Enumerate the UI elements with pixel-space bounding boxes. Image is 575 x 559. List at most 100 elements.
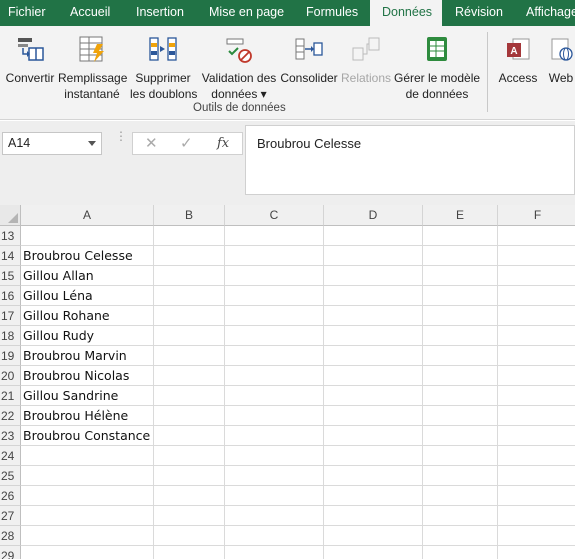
- cell-c23[interactable]: [225, 426, 324, 446]
- cell-f13[interactable]: [498, 226, 575, 246]
- cell-f15[interactable]: [498, 266, 575, 286]
- cell-b25[interactable]: [154, 466, 225, 486]
- cell-a19[interactable]: Broubrou Marvin: [21, 346, 154, 366]
- cell-c25[interactable]: [225, 466, 324, 486]
- cell-e28[interactable]: [423, 526, 498, 546]
- cell-b14[interactable]: [154, 246, 225, 266]
- column-header-d[interactable]: D: [324, 205, 423, 226]
- cell-b21[interactable]: [154, 386, 225, 406]
- cell-e16[interactable]: [423, 286, 498, 306]
- row-header[interactable]: 29: [0, 546, 21, 559]
- cell-b27[interactable]: [154, 506, 225, 526]
- cell-e27[interactable]: [423, 506, 498, 526]
- column-header-e[interactable]: E: [423, 205, 498, 226]
- column-header-f[interactable]: F: [498, 205, 575, 226]
- cell-d20[interactable]: [324, 366, 423, 386]
- relations-button[interactable]: Relations: [340, 30, 392, 100]
- cell-d27[interactable]: [324, 506, 423, 526]
- formula-input[interactable]: Broubrou Celesse: [245, 125, 575, 195]
- cell-e21[interactable]: [423, 386, 498, 406]
- cell-b19[interactable]: [154, 346, 225, 366]
- cell-a20[interactable]: Broubrou Nicolas: [21, 366, 154, 386]
- cell-f27[interactable]: [498, 506, 575, 526]
- cell-a25[interactable]: [21, 466, 154, 486]
- cell-b29[interactable]: [154, 546, 225, 559]
- cell-c21[interactable]: [225, 386, 324, 406]
- row-header[interactable]: 18: [0, 326, 21, 346]
- cell-e23[interactable]: [423, 426, 498, 446]
- cell-c16[interactable]: [225, 286, 324, 306]
- cell-b24[interactable]: [154, 446, 225, 466]
- tab-accueil[interactable]: Accueil: [70, 0, 110, 26]
- cell-a29[interactable]: [21, 546, 154, 559]
- cell-b16[interactable]: [154, 286, 225, 306]
- select-all-button[interactable]: [0, 205, 21, 226]
- cell-b13[interactable]: [154, 226, 225, 246]
- cell-c27[interactable]: [225, 506, 324, 526]
- tab-formules[interactable]: Formules: [306, 0, 358, 26]
- cell-f14[interactable]: [498, 246, 575, 266]
- cell-c26[interactable]: [225, 486, 324, 506]
- cell-a26[interactable]: [21, 486, 154, 506]
- cell-c29[interactable]: [225, 546, 324, 559]
- cell-c28[interactable]: [225, 526, 324, 546]
- cell-f22[interactable]: [498, 406, 575, 426]
- cell-c15[interactable]: [225, 266, 324, 286]
- row-header[interactable]: 27: [0, 506, 21, 526]
- cell-d25[interactable]: [324, 466, 423, 486]
- cancel-icon[interactable]: ✕: [145, 133, 158, 154]
- row-header[interactable]: 22: [0, 406, 21, 426]
- row-header[interactable]: 28: [0, 526, 21, 546]
- row-header[interactable]: 21: [0, 386, 21, 406]
- cell-b15[interactable]: [154, 266, 225, 286]
- supprimer-doublons-button[interactable]: Supprimer les doublons: [130, 30, 197, 101]
- cell-b23[interactable]: [154, 426, 225, 446]
- cell-a21[interactable]: Gillou Sandrine: [21, 386, 154, 406]
- cell-d22[interactable]: [324, 406, 423, 426]
- row-header[interactable]: 23: [0, 426, 21, 446]
- cell-e26[interactable]: [423, 486, 498, 506]
- cell-f21[interactable]: [498, 386, 575, 406]
- cell-d13[interactable]: [324, 226, 423, 246]
- tab-insertion[interactable]: Insertion: [136, 0, 184, 26]
- cell-f18[interactable]: [498, 326, 575, 346]
- formula-bar-resize-handle[interactable]: ⋮: [115, 130, 127, 142]
- cell-d15[interactable]: [324, 266, 423, 286]
- cell-a14[interactable]: Broubrou Celesse: [21, 246, 154, 266]
- cell-f28[interactable]: [498, 526, 575, 546]
- row-header[interactable]: 25: [0, 466, 21, 486]
- chevron-down-icon[interactable]: [88, 141, 96, 146]
- cell-f17[interactable]: [498, 306, 575, 326]
- cell-f25[interactable]: [498, 466, 575, 486]
- cell-f20[interactable]: [498, 366, 575, 386]
- cell-a17[interactable]: Gillou Rohane: [21, 306, 154, 326]
- cell-e29[interactable]: [423, 546, 498, 559]
- row-header[interactable]: 16: [0, 286, 21, 306]
- cell-a15[interactable]: Gillou Allan: [21, 266, 154, 286]
- column-header-a[interactable]: A: [21, 205, 154, 226]
- tab-donnees[interactable]: Données: [370, 0, 442, 26]
- cell-c18[interactable]: [225, 326, 324, 346]
- row-header[interactable]: 19: [0, 346, 21, 366]
- cell-d26[interactable]: [324, 486, 423, 506]
- cell-f16[interactable]: [498, 286, 575, 306]
- cell-e14[interactable]: [423, 246, 498, 266]
- cell-b20[interactable]: [154, 366, 225, 386]
- cell-c20[interactable]: [225, 366, 324, 386]
- cell-e15[interactable]: [423, 266, 498, 286]
- cell-d17[interactable]: [324, 306, 423, 326]
- web-button[interactable]: Web: [544, 30, 575, 100]
- cell-a16[interactable]: Gillou Léna: [21, 286, 154, 306]
- consolider-button[interactable]: Consolider: [280, 30, 338, 100]
- row-header[interactable]: 26: [0, 486, 21, 506]
- row-header[interactable]: 24: [0, 446, 21, 466]
- row-header[interactable]: 17: [0, 306, 21, 326]
- cell-a22[interactable]: Broubrou Hélène: [21, 406, 154, 426]
- cell-a23[interactable]: Broubrou Constance: [21, 426, 154, 446]
- cell-e19[interactable]: [423, 346, 498, 366]
- cell-a27[interactable]: [21, 506, 154, 526]
- cell-b17[interactable]: [154, 306, 225, 326]
- cell-f23[interactable]: [498, 426, 575, 446]
- cell-b26[interactable]: [154, 486, 225, 506]
- enter-icon[interactable]: ✓: [180, 133, 193, 154]
